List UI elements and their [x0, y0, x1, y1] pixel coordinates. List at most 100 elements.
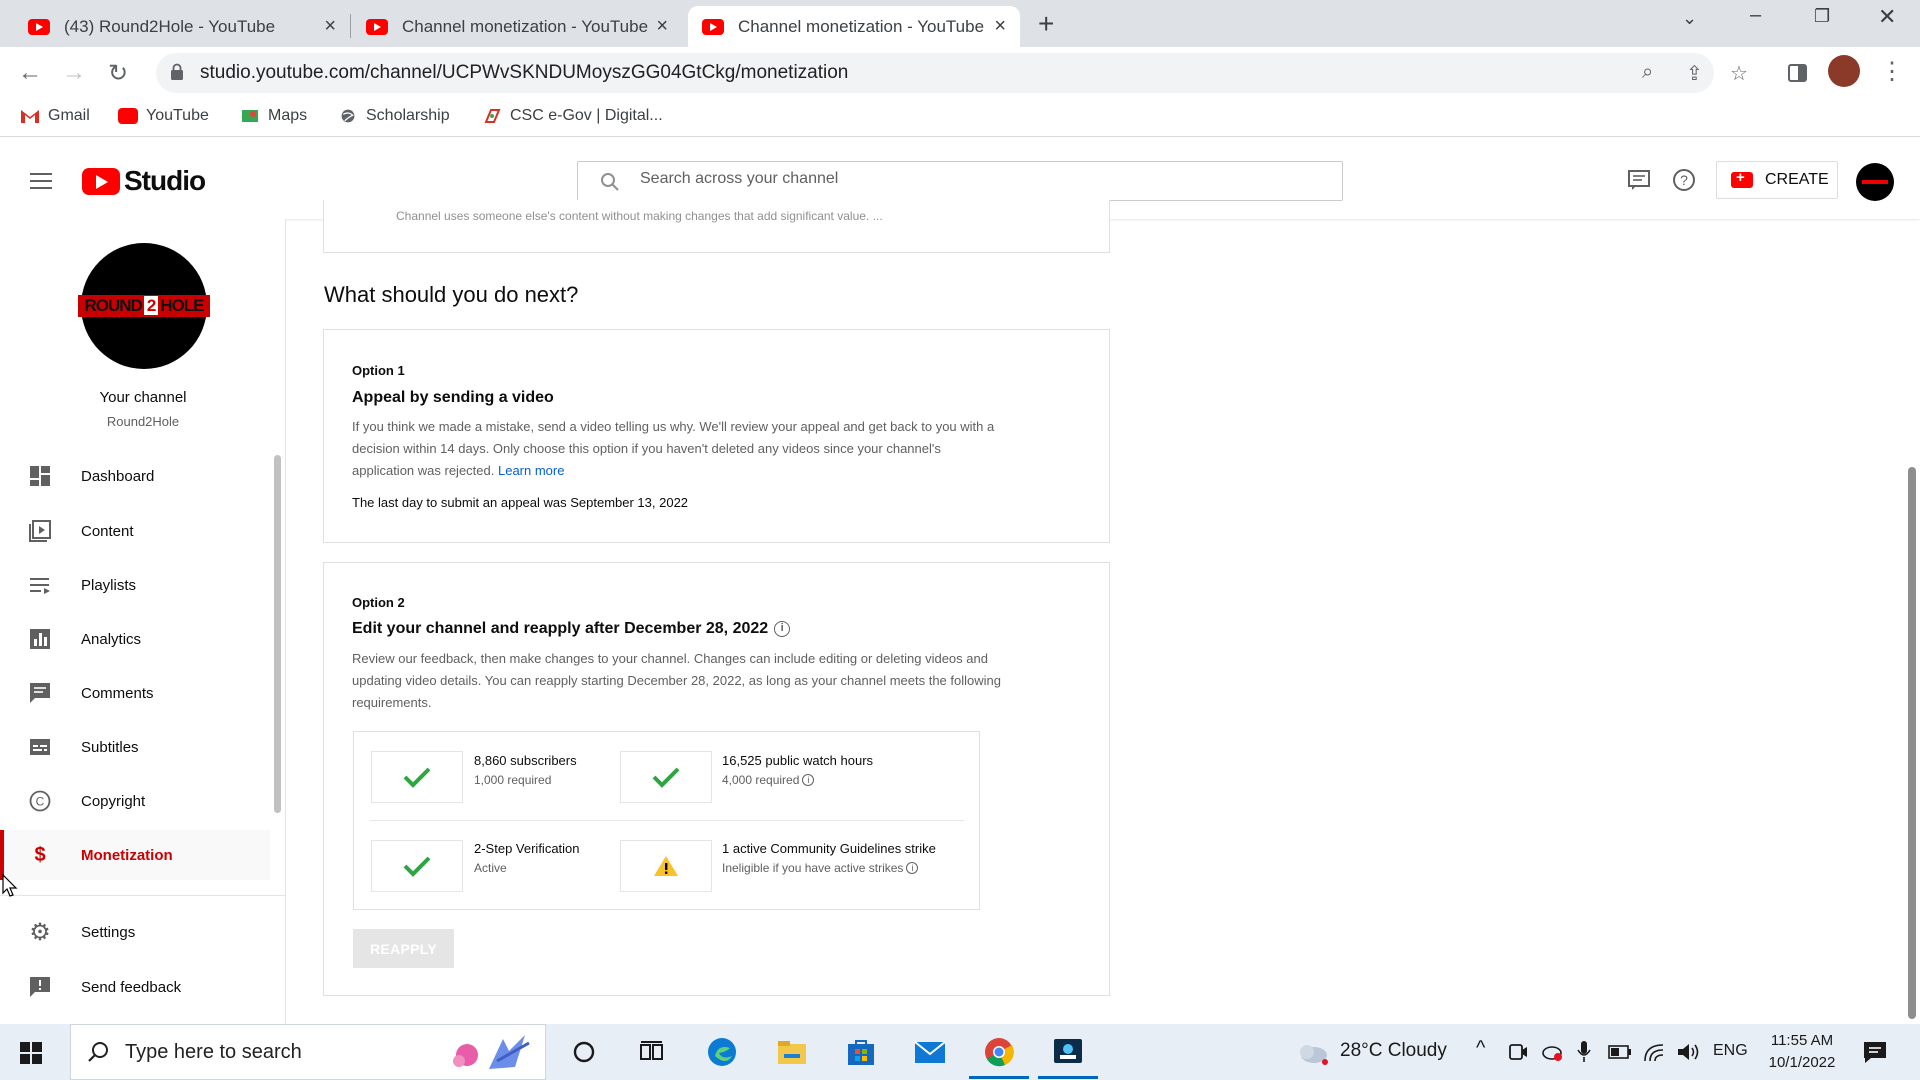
requirement-subtitle-row: Ineligible if you have active strikes i: [722, 861, 919, 875]
bookmark-scholarship[interactable]: Scholarship: [338, 107, 450, 125]
bookmark-youtube[interactable]: YouTube: [118, 107, 209, 125]
forward-arrow-icon[interactable]: →: [62, 59, 86, 87]
option-1-description: If you think we made a mistake, send a v…: [352, 416, 1092, 482]
tab-divider: [350, 14, 351, 38]
requirement-title: 8,860 subscribers: [474, 753, 577, 768]
sidebar-item-analytics[interactable]: Analytics: [0, 614, 270, 664]
browser-tab-3-active[interactable]: Channel monetization - YouTube ×: [688, 6, 1020, 47]
checkmark-icon: [403, 767, 431, 788]
new-tab-plus-icon[interactable]: +: [1038, 8, 1054, 40]
browser-tab-1[interactable]: (43) Round2Hole - YouTube ×: [14, 6, 350, 47]
microphone-icon[interactable]: [1576, 1040, 1592, 1064]
info-icon[interactable]: i: [906, 862, 919, 874]
wifi-icon[interactable]: [1643, 1041, 1665, 1063]
sidebar-item-dashboard[interactable]: Dashboard: [0, 451, 270, 501]
help-icon[interactable]: ?: [1672, 168, 1696, 192]
mail-icon[interactable]: [914, 1036, 946, 1068]
window-close-icon[interactable]: ✕: [1878, 4, 1896, 30]
search-icon: [88, 1042, 108, 1062]
sidebar-item-comments[interactable]: Comments: [0, 668, 270, 718]
sidebar-item-send-feedback[interactable]: Send feedback: [0, 962, 270, 1012]
active-app-indicator: [1038, 1076, 1098, 1079]
bookmark-csc[interactable]: CSC e-Gov | Digital...: [482, 107, 663, 125]
battery-icon[interactable]: [1608, 1044, 1632, 1060]
option-1-desc-line-2: decision within 14 days. Only choose thi…: [352, 441, 941, 456]
requirement-status: [371, 751, 463, 803]
zoom-icon[interactable]: ⌕: [1642, 61, 1653, 84]
active-app-indicator: [969, 1076, 1029, 1079]
tab-search-chevron-icon[interactable]: ⌄: [1682, 8, 1697, 29]
gear-icon: ⚙: [29, 918, 51, 946]
search-input[interactable]: [640, 170, 1320, 188]
bookmark-gmail[interactable]: Gmail: [20, 107, 90, 125]
url-text[interactable]: studio.youtube.com/channel/UCPWvSKNDUMoy…: [200, 62, 848, 84]
edge-browser-icon[interactable]: [706, 1036, 738, 1068]
channel-avatar[interactable]: ROUND 2 HOLE: [78, 243, 210, 369]
account-avatar[interactable]: [1856, 163, 1894, 201]
profile-avatar[interactable]: [1828, 55, 1860, 87]
close-tab-icon[interactable]: ×: [656, 15, 668, 38]
create-button[interactable]: CREATE: [1716, 161, 1838, 199]
tab-title: (43) Round2Hole - YouTube: [64, 16, 276, 36]
reload-icon[interactable]: ↻: [108, 59, 128, 88]
avatar-text-right: HOLE: [160, 296, 204, 315]
info-icon[interactable]: i: [774, 621, 791, 637]
section-heading: What should you do next?: [324, 282, 579, 307]
onedrive-status-icon[interactable]: [1541, 1042, 1563, 1062]
sidebar-item-label: Copyright: [81, 792, 146, 810]
meet-now-icon[interactable]: [1508, 1042, 1528, 1062]
chrome-menu-kebab-icon[interactable]: ⋮: [1880, 57, 1904, 86]
reapply-button[interactable]: REAPPLY: [353, 929, 454, 968]
back-arrow-icon[interactable]: ←: [18, 59, 42, 87]
taskbar-search-box[interactable]: Type here to search: [70, 1024, 546, 1080]
sidebar-item-monetization[interactable]: $ Monetization: [0, 830, 270, 880]
omnibox[interactable]: studio.youtube.com/channel/UCPWvSKNDUMoy…: [156, 53, 1748, 93]
windows-start-icon[interactable]: [20, 1042, 42, 1064]
sidebar-item-content[interactable]: Content: [0, 506, 270, 556]
svg-text:?: ?: [1680, 172, 1688, 188]
notifications-icon[interactable]: [1862, 1040, 1888, 1064]
sidebar-item-settings[interactable]: ⚙ Settings: [0, 907, 270, 957]
language-indicator[interactable]: ENG: [1713, 1042, 1748, 1060]
info-icon[interactable]: i: [802, 774, 815, 786]
chrome-icon[interactable]: [983, 1036, 1015, 1068]
sidebar-item-subtitles[interactable]: Subtitles: [0, 722, 270, 772]
messages-icon[interactable]: [1627, 169, 1651, 191]
share-icon[interactable]: ⇪: [1686, 61, 1703, 86]
channel-search-box[interactable]: [577, 161, 1343, 201]
warning-triangle-icon: [654, 856, 678, 876]
hamburger-menu-icon[interactable]: [30, 173, 52, 194]
screen-recorder-icon[interactable]: [1052, 1036, 1084, 1068]
show-hidden-icons-chevron-icon[interactable]: ^: [1476, 1037, 1485, 1060]
side-panel-icon[interactable]: [1788, 63, 1808, 83]
studio-logo[interactable]: Studio: [82, 165, 206, 197]
weather-text[interactable]: 28°C Cloudy: [1340, 1040, 1447, 1062]
taskbar-clock[interactable]: 11:55 AM 10/1/2022: [1764, 1030, 1840, 1074]
bookmark-star-icon[interactable]: ☆: [1730, 61, 1748, 86]
close-tab-icon[interactable]: ×: [994, 15, 1006, 38]
learn-more-link[interactable]: Learn more: [498, 463, 564, 478]
browser-tab-2[interactable]: Channel monetization - YouTube ×: [352, 6, 682, 47]
volume-icon[interactable]: [1676, 1041, 1700, 1063]
requirement-title: 1 active Community Guidelines strike: [722, 841, 936, 856]
page-scrollbar[interactable]: [1908, 467, 1916, 1019]
file-explorer-icon[interactable]: [776, 1036, 808, 1068]
requirement-subtitle: 1,000 required: [474, 773, 552, 787]
dashboard-icon: [28, 464, 52, 488]
sidebar-item-copyright[interactable]: C Copyright: [0, 776, 270, 826]
task-view-icon[interactable]: [636, 1036, 668, 1068]
bookmark-maps[interactable]: Maps: [240, 107, 307, 125]
minimize-icon[interactable]: –: [1750, 4, 1761, 27]
avatar-text-left: ROUND: [84, 296, 142, 315]
close-tab-icon[interactable]: ×: [324, 15, 336, 38]
gmail-icon: [21, 110, 39, 123]
cortana-circle-icon[interactable]: [568, 1036, 600, 1068]
microsoft-store-icon[interactable]: [845, 1036, 877, 1068]
create-label: CREATE: [1765, 171, 1829, 188]
requirement-title: 2-Step Verification: [474, 841, 580, 856]
restore-icon[interactable]: ❐: [1814, 6, 1830, 27]
option-2-title-row: Edit your channel and reapply after Dece…: [352, 620, 791, 638]
youtube-favicon-icon: [366, 18, 388, 35]
sidebar-scrollbar[interactable]: [274, 455, 281, 813]
sidebar-item-playlists[interactable]: Playlists: [0, 560, 270, 610]
